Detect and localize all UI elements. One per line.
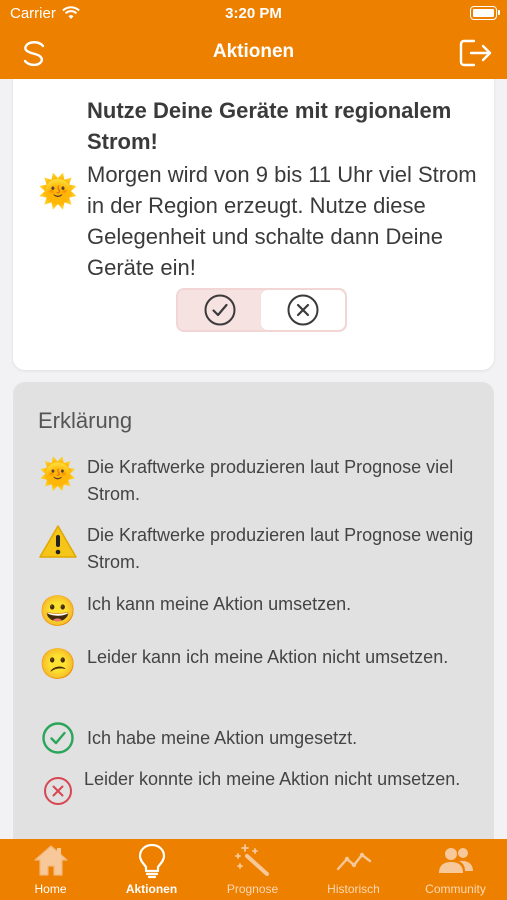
decline-button[interactable]	[261, 290, 345, 330]
legend-item-text: Ich habe meine Aktion umgesetzt.	[87, 728, 358, 748]
tab-historisch[interactable]: Historisch	[303, 839, 404, 900]
neutral-face-icon: 😕	[39, 647, 77, 681]
home-icon	[0, 843, 101, 879]
check-circle-icon	[38, 718, 78, 758]
tab-label: Home	[34, 882, 67, 896]
tab-prognose[interactable]: Prognose	[202, 839, 303, 900]
users-icon	[404, 843, 507, 879]
tab-bar: Home Aktionen Prognose Historisch Commun…	[0, 839, 507, 900]
tab-label: Historisch	[327, 882, 380, 896]
tab-community[interactable]: Community	[404, 839, 507, 900]
legend-item-text: Leider kann ich meine Aktion nicht umset…	[87, 647, 449, 667]
tab-label: Community	[425, 882, 486, 896]
page-title: Aktionen	[212, 41, 295, 62]
status-bar: Carrier 3:20 PM	[0, 0, 507, 28]
lightbulb-icon	[101, 843, 202, 879]
legend-card: Erklärung 🌞 Die Kraftwerke produzieren l…	[13, 382, 494, 839]
warning-icon	[38, 522, 78, 562]
check-circle-icon	[204, 294, 236, 326]
accept-button[interactable]	[178, 290, 262, 330]
legend-item-text: Die Kraftwerke produzieren laut Prognose…	[87, 525, 474, 572]
tab-home[interactable]: Home	[0, 839, 101, 900]
line-chart-icon	[303, 843, 404, 879]
logout-icon[interactable]	[459, 38, 493, 68]
navigation-bar: Aktionen	[0, 28, 507, 79]
tab-label: Aktionen	[125, 882, 178, 896]
action-headline: Nutze Deine Geräte mit regionalem Strom!	[87, 98, 452, 154]
sun-face-icon: 🌞	[39, 457, 77, 491]
sun-face-icon: 🌞	[38, 173, 78, 209]
magic-wand-icon	[202, 843, 303, 879]
action-description: Morgen wird von 9 bis 11 Uhr viel Strom …	[87, 162, 477, 280]
action-choice-segmented-control	[176, 288, 347, 332]
legend-item-text: Leider konnte ich meine Aktion nicht ums…	[84, 769, 461, 789]
status-time: 3:20 PM	[225, 5, 282, 22]
tab-label: Prognose	[226, 882, 279, 896]
battery-icon	[470, 6, 500, 20]
x-circle-icon	[38, 771, 78, 811]
legend-heading: Erklärung	[38, 408, 133, 433]
content-area[interactable]: 🌞 Nutze Deine Geräte mit regionalem Stro…	[0, 79, 507, 839]
legend-item-text: Ich kann meine Aktion umsetzen.	[87, 594, 352, 614]
grinning-face-icon: 😀	[39, 594, 77, 628]
x-circle-icon	[287, 294, 319, 326]
legend-item-text: Die Kraftwerke produzieren laut Prognose…	[87, 457, 454, 504]
tab-aktionen[interactable]: Aktionen	[101, 839, 202, 900]
action-card: 🌞 Nutze Deine Geräte mit regionalem Stro…	[13, 79, 494, 370]
